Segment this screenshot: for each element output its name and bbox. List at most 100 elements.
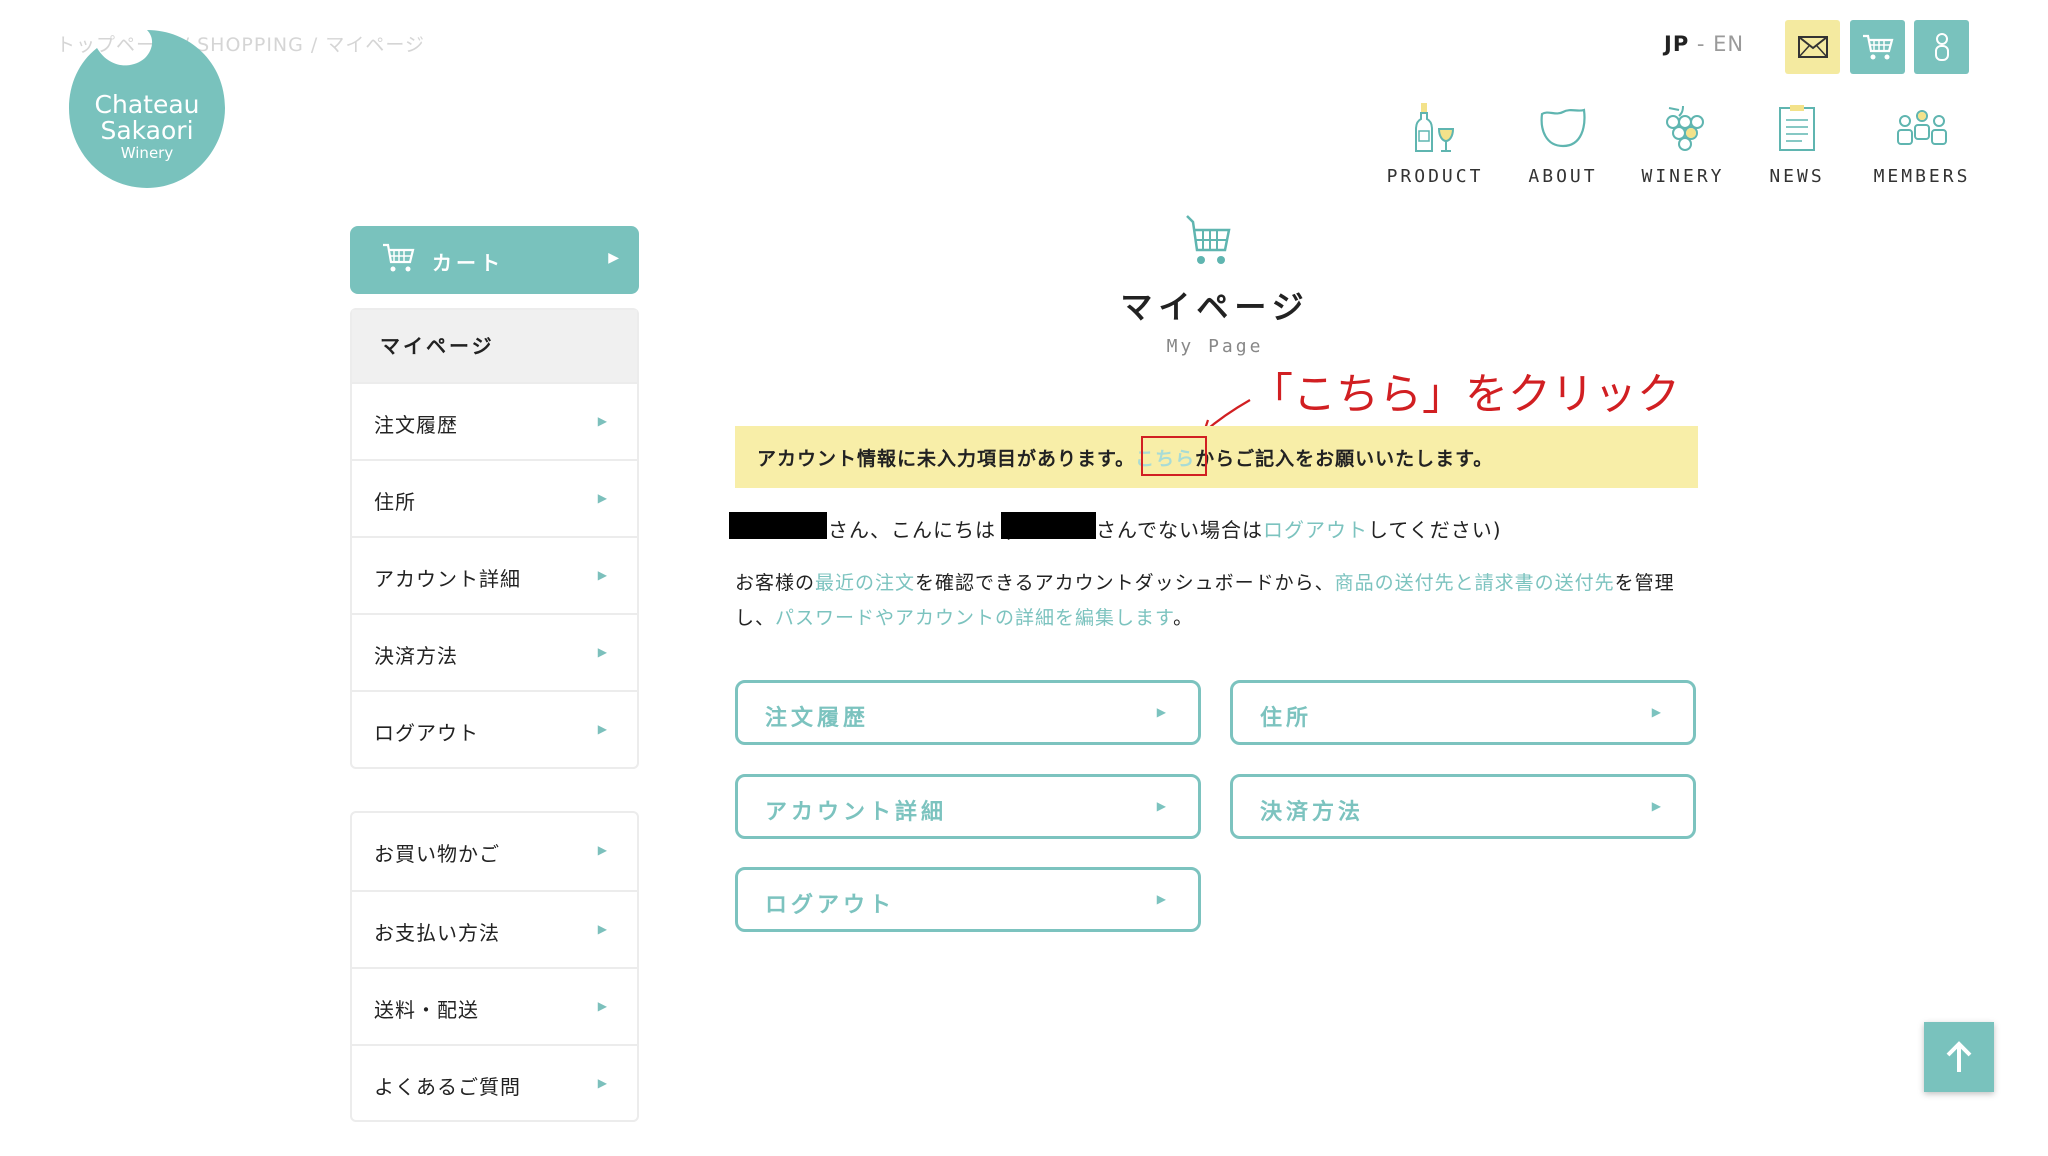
logout-button[interactable]: ログアウト ▶ — [735, 867, 1201, 932]
sidebar-shopping-menu: お買い物かご ▶ お支払い方法 ▶ 送料・配送 ▶ よくあるご質問 ▶ — [350, 811, 639, 1122]
chevron-right-icon: ▶ — [597, 645, 607, 659]
desc-text: お客様の — [735, 572, 816, 594]
mail-button[interactable] — [1785, 20, 1840, 74]
notice-text-after: からご記入をお願いいたします。 — [1195, 448, 1494, 470]
arrow-up-icon — [1946, 1041, 1972, 1072]
button-label: 注文履歴 — [765, 706, 870, 731]
cart-icon — [1862, 34, 1893, 60]
clipboard-icon — [1779, 105, 1815, 151]
notice-text-before: アカウント情報に未入力項目があります。 — [757, 448, 1136, 470]
sidebar-item-account-details[interactable]: アカウント詳細 ▶ — [352, 536, 637, 613]
language-switch: JP - EN — [1664, 32, 1744, 56]
sidebar-item-faq[interactable]: よくあるご質問 ▶ — [352, 1044, 637, 1121]
chevron-right-icon: ▶ — [1651, 799, 1661, 813]
back-to-top-button[interactable] — [1924, 1022, 1994, 1092]
chevron-right-icon: ▶ — [608, 250, 619, 266]
page-title: マイページ — [1120, 288, 1310, 326]
chevron-right-icon: ▶ — [1156, 705, 1166, 719]
addresses-link[interactable]: 商品の送付先と請求書の送付先 — [1335, 572, 1615, 594]
chevron-right-icon: ▶ — [597, 999, 607, 1013]
chevron-right-icon: ▶ — [1651, 705, 1661, 719]
cart-icon — [1186, 215, 1231, 264]
greeting-part3: してください) — [1368, 518, 1502, 542]
nav-product-label: PRODUCT — [1386, 166, 1484, 187]
sidebar-item-payment-methods[interactable]: 決済方法 ▶ — [352, 613, 637, 690]
button-label: ログアウト — [765, 893, 896, 918]
sidebar-item-label: 住所 — [374, 490, 416, 514]
lang-en[interactable]: EN — [1713, 32, 1744, 56]
desc-text: を確認できるアカウントダッシュボードから、 — [915, 572, 1335, 594]
annotation-highlight-box — [1141, 436, 1207, 476]
sidebar-item-payment-info[interactable]: お支払い方法 ▶ — [352, 890, 637, 967]
sidebar-item-shopping-cart[interactable]: お買い物かご ▶ — [352, 813, 637, 890]
chateau-sakaori-logo[interactable]: Chateau Sakaori Winery — [63, 22, 231, 190]
notice-text: アカウント情報に未入力項目があります。こちらからご記入をお願いいたします。 — [757, 444, 1493, 471]
nav-members[interactable]: MEMBERS — [1857, 96, 1987, 187]
account-notice-banner: アカウント情報に未入力項目があります。こちらからご記入をお願いいたします。 — [735, 426, 1698, 488]
lang-jp[interactable]: JP — [1664, 32, 1689, 56]
sidebar-item-address[interactable]: 住所 ▶ — [352, 459, 637, 536]
sidebar-item-shipping[interactable]: 送料・配送 ▶ — [352, 967, 637, 1044]
dashboard-description: お客様の最近の注文を確認できるアカウントダッシュボードから、商品の送付先と請求書… — [735, 566, 1700, 636]
greeting-part1: さん、こんにちは ( — [828, 518, 1013, 542]
people-icon — [1897, 110, 1947, 145]
sidebar-item-label: お買い物かご — [374, 842, 500, 866]
sidebar-cart-button[interactable]: カート ▶ — [350, 226, 639, 294]
sidebar-item-label: よくあるご質問 — [374, 1075, 521, 1099]
sidebar-item-order-history[interactable]: 注文履歴 ▶ — [352, 382, 637, 459]
logo-text-line2: Sakaori — [100, 116, 194, 145]
mail-icon — [1797, 36, 1828, 58]
nav-winery-label: WINERY — [1641, 166, 1725, 187]
cart-icon — [383, 243, 415, 272]
button-label: 住所 — [1260, 706, 1313, 731]
nav-about[interactable]: ABOUT — [1498, 96, 1628, 187]
nav-about-label: ABOUT — [1528, 166, 1598, 187]
address-button[interactable]: 住所 ▶ — [1230, 680, 1696, 745]
nav-news-label: NEWS — [1769, 166, 1825, 187]
logout-link[interactable]: ログアウト — [1263, 518, 1368, 542]
grape-icon — [1666, 105, 1704, 151]
redacted-username — [729, 512, 827, 539]
chevron-right-icon: ▶ — [597, 491, 607, 505]
nav-winery[interactable]: WINERY — [1618, 96, 1748, 187]
chevron-right-icon: ▶ — [597, 843, 607, 857]
greeting-line: さんでない場合はログアウトしてください) — [1096, 514, 1502, 543]
account-details-button[interactable]: アカウント詳細 ▶ — [735, 774, 1201, 839]
user-button[interactable] — [1914, 20, 1969, 74]
chevron-right-icon: ▶ — [1156, 799, 1166, 813]
sidebar-item-label: 注文履歴 — [374, 413, 458, 437]
order-history-button[interactable]: 注文履歴 ▶ — [735, 680, 1201, 745]
chevron-right-icon: ▶ — [597, 1076, 607, 1090]
sidebar-item-logout[interactable]: ログアウト ▶ — [352, 690, 637, 767]
chevron-right-icon: ▶ — [597, 414, 607, 428]
sidebar-cart-label: カート — [432, 251, 504, 275]
sidebar-item-label: 送料・配送 — [374, 998, 479, 1022]
button-label: 決済方法 — [1260, 800, 1365, 825]
logo-text-line3: Winery — [120, 144, 174, 162]
chevron-right-icon: ▶ — [597, 722, 607, 736]
button-label: アカウント詳細 — [765, 800, 948, 825]
desc-text: 。 — [1173, 607, 1194, 629]
nav-news[interactable]: NEWS — [1732, 96, 1862, 187]
redacted-username — [1001, 512, 1096, 539]
nav-product[interactable]: PRODUCT — [1370, 96, 1500, 187]
nav-members-label: MEMBERS — [1873, 166, 1971, 187]
wine-bottle-icon — [1415, 103, 1455, 152]
payment-methods-button[interactable]: 決済方法 ▶ — [1230, 774, 1696, 839]
greeting-part2: さんでない場合は — [1096, 518, 1263, 542]
chevron-right-icon: ▶ — [597, 922, 607, 936]
chevron-right-icon: ▶ — [597, 568, 607, 582]
account-details-link[interactable]: パスワードやアカウントの詳細を編集します — [775, 607, 1173, 629]
recent-orders-link[interactable]: 最近の注文 — [815, 572, 915, 594]
sidebar-item-label: 決済方法 — [374, 644, 458, 668]
lang-separator: - — [1689, 32, 1714, 56]
sidebar-item-label: ログアウト — [374, 721, 479, 745]
sidebar-item-label: お支払い方法 — [374, 921, 500, 945]
logo-text-line1: Chateau — [94, 90, 200, 119]
page-subtitle: My Page — [1166, 336, 1264, 357]
user-icon — [1934, 33, 1949, 61]
annotation-text: 「こちら」をクリック — [1250, 370, 1680, 420]
cart-button[interactable] — [1850, 20, 1905, 74]
sidebar-mypage-menu: マイページ 注文履歴 ▶ 住所 ▶ アカウント詳細 ▶ 決済方法 ▶ ログアウト… — [350, 308, 639, 769]
sidebar-heading: マイページ — [352, 310, 637, 382]
